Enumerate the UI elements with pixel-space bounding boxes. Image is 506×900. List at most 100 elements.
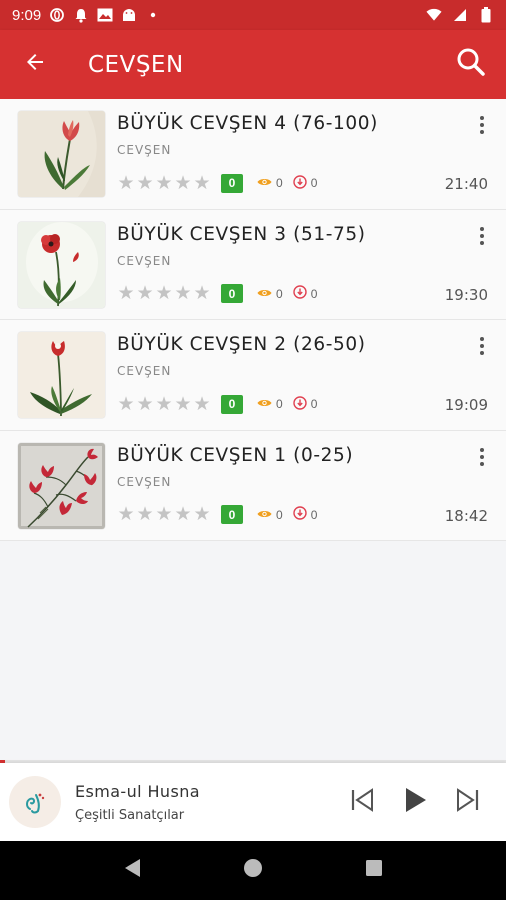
- search-button[interactable]: [436, 30, 506, 99]
- star-icon: ★: [117, 283, 135, 304]
- star-icon: ★: [136, 393, 154, 415]
- app-bar: CEVŞEN: [0, 30, 506, 99]
- star-rating[interactable]: ★ ★ ★ ★ ★: [117, 284, 211, 303]
- thumbnail-tulip-branch: [18, 442, 105, 529]
- views-count: 0: [257, 176, 283, 190]
- track-category: CEVŞEN: [117, 474, 172, 489]
- opera-icon: [49, 7, 65, 23]
- calligraphy-logo-icon: [9, 776, 61, 828]
- play-button[interactable]: [400, 787, 430, 817]
- track-duration: 21:40: [444, 175, 488, 193]
- track-list: BÜYÜK CEVŞEN 4 (76-100) CEVŞEN ★ ★ ★ ★ ★ 0 0…: [0, 99, 506, 541]
- eye-icon: [257, 508, 272, 522]
- page-title: CEVŞEN: [88, 51, 184, 78]
- skip-next-icon: [454, 787, 480, 818]
- player-artist: Çeşitli Sanatçılar: [75, 807, 185, 823]
- star-icon: ★: [136, 504, 154, 525]
- nav-home-icon: [242, 857, 264, 884]
- star-icon: ★: [155, 172, 173, 194]
- system-nav-bar: [0, 841, 506, 900]
- track-duration: 19:30: [444, 285, 488, 304]
- star-icon: ★: [174, 393, 192, 415]
- wifi-icon: [426, 7, 442, 23]
- eye-icon: [257, 287, 272, 301]
- star-rating[interactable]: ★ ★ ★ ★ ★: [117, 174, 211, 193]
- views-count: 0: [257, 287, 283, 301]
- play-icon: [402, 786, 428, 819]
- star-icon: ★: [155, 504, 173, 525]
- track-title: BÜYÜK CEVŞEN 3 (51-75): [117, 223, 366, 245]
- downloads-count: 0: [292, 506, 317, 523]
- back-button[interactable]: [0, 30, 70, 99]
- star-icon: ★: [174, 504, 192, 525]
- star-rating[interactable]: ★ ★ ★ ★ ★: [117, 505, 211, 524]
- track-category: CEVŞEN: [117, 364, 172, 378]
- downloads-count: 0: [292, 395, 317, 413]
- more-options-button[interactable]: [474, 224, 490, 248]
- downloads-count: 0: [292, 174, 317, 192]
- count-badge: 0: [221, 173, 243, 193]
- star-icon: ★: [155, 283, 173, 304]
- list-item[interactable]: BÜYÜK CEVŞEN 1 (0-25) CEVŞEN ★ ★ ★ ★ ★ 0 0 0…: [0, 430, 506, 541]
- more-options-button[interactable]: [474, 445, 490, 469]
- star-icon: ★: [136, 172, 154, 194]
- skip-previous-button[interactable]: [348, 787, 378, 817]
- download-icon: [292, 174, 307, 192]
- list-item[interactable]: BÜYÜK CEVŞEN 3 (51-75) CEVŞEN ★ ★ ★ ★ ★ 0 0 …: [0, 209, 506, 320]
- star-icon: ★: [193, 283, 211, 304]
- track-title: BÜYÜK CEVŞEN 4 (76-100): [117, 113, 378, 134]
- track-category: CEVŞEN: [117, 143, 172, 157]
- list-item[interactable]: BÜYÜK CEVŞEN 4 (76-100) CEVŞEN ★ ★ ★ ★ ★ 0 0…: [0, 99, 506, 210]
- skip-previous-icon: [350, 787, 376, 818]
- star-icon: ★: [174, 283, 192, 304]
- nav-recents-icon: [364, 858, 384, 883]
- track-category: CEVŞEN: [117, 253, 172, 268]
- nav-back-button[interactable]: [110, 849, 154, 893]
- download-icon: [292, 285, 307, 302]
- star-icon: ★: [117, 504, 135, 525]
- nav-home-button[interactable]: [231, 849, 275, 893]
- status-bar: 9:09: [0, 0, 506, 30]
- track-meta: ★ ★ ★ ★ ★ 0 0 0: [117, 284, 317, 304]
- status-time: 9:09: [12, 6, 42, 24]
- skip-next-button[interactable]: [452, 787, 482, 817]
- star-rating[interactable]: ★ ★ ★ ★ ★: [117, 395, 211, 414]
- android-icon: [121, 7, 137, 23]
- star-icon: ★: [193, 172, 211, 194]
- star-icon: ★: [193, 393, 211, 415]
- eye-icon: [257, 176, 272, 190]
- nav-back-icon: [122, 857, 142, 884]
- nav-recents-button[interactable]: [352, 849, 396, 893]
- track-duration: 19:09: [444, 396, 488, 414]
- notification-bell-icon: [73, 7, 89, 23]
- search-icon: [455, 46, 487, 83]
- eye-icon: [257, 397, 272, 411]
- download-icon: [292, 506, 307, 523]
- track-meta: ★ ★ ★ ★ ★ 0 0 0: [117, 505, 317, 525]
- more-options-button[interactable]: [474, 113, 490, 137]
- star-icon: ★: [136, 283, 154, 304]
- arrow-left-icon: [23, 50, 47, 79]
- track-duration: 18:42: [444, 506, 488, 525]
- thumbnail-single-tulip: [18, 332, 105, 418]
- star-icon: ★: [174, 172, 192, 194]
- more-options-button[interactable]: [474, 334, 490, 358]
- mini-player[interactable]: Esma-ul Husna Çeşitli Sanatçılar: [0, 763, 506, 841]
- star-icon: ★: [117, 172, 135, 194]
- downloads-count: 0: [292, 285, 317, 302]
- player-title: Esma-ul Husna: [75, 781, 200, 801]
- thumbnail-red-poppy: [18, 221, 105, 308]
- track-meta: ★ ★ ★ ★ ★ 0 0 0: [117, 173, 317, 193]
- cellular-icon: [452, 7, 468, 23]
- star-icon: ★: [155, 393, 173, 415]
- track-meta: ★ ★ ★ ★ ★ 0 0 0: [117, 394, 317, 414]
- list-item[interactable]: BÜYÜK CEVŞEN 2 (26-50) CEVŞEN ★ ★ ★ ★ ★ 0 0 …: [0, 320, 506, 431]
- battery-icon: [478, 7, 494, 23]
- count-badge: 0: [221, 394, 243, 414]
- track-title: BÜYÜK CEVŞEN 2 (26-50): [117, 334, 366, 355]
- count-badge: 0: [221, 505, 243, 524]
- dot-icon: [145, 7, 161, 23]
- star-icon: ★: [117, 393, 135, 415]
- views-count: 0: [257, 508, 283, 522]
- thumbnail-red-tulip: [18, 111, 105, 197]
